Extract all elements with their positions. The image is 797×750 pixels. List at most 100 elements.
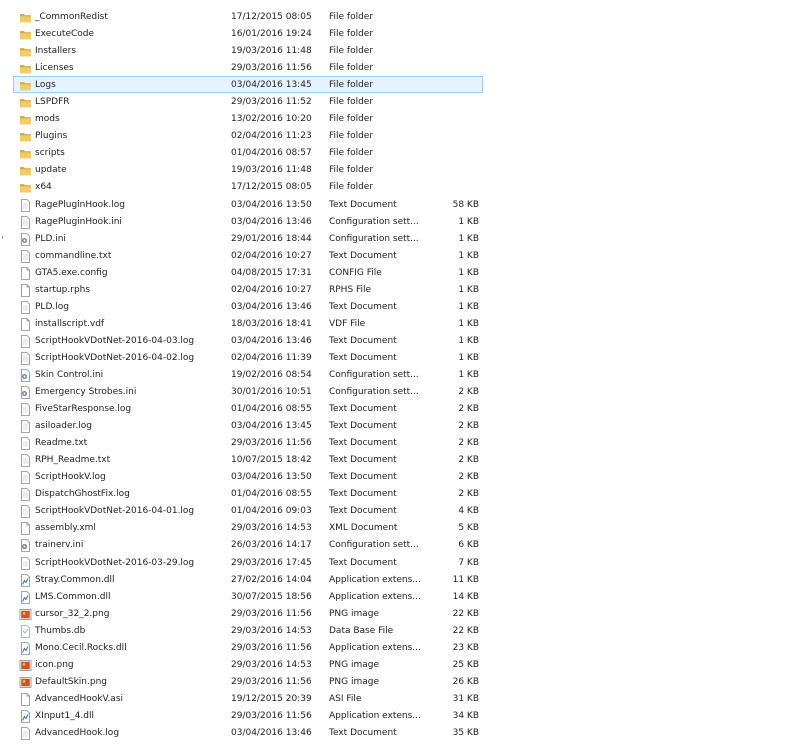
folder-row[interactable]: mods 13/02/2016 10:20 File folder: [0, 110, 797, 127]
folder-icon: [19, 45, 32, 58]
file-size: 1 KB: [458, 250, 479, 261]
file-name: asiloader.log: [35, 421, 92, 432]
file-row[interactable]: cursor_32_2.png 29/03/2016 11:56 PNG image…: [0, 605, 797, 622]
file-row[interactable]: ScriptHookVDotNet-2016-04-01.log 01/04/20…: [0, 502, 797, 519]
file-list: _CommonRedist 17/12/2015 08:05 File folder…: [0, 0, 797, 741]
file-type: PNG image: [329, 676, 380, 687]
file-type: File folder: [329, 182, 374, 193]
date-modified: 03/04/2016 13:45: [231, 80, 312, 91]
file-row[interactable]: LMS.Common.dll 30/07/2015 18:56 Applicatio…: [0, 588, 797, 605]
file-size: 1 KB: [458, 284, 479, 295]
date-modified: 29/03/2016 11:56: [231, 676, 312, 687]
date-modified: 10/07/2015 18:42: [231, 455, 312, 466]
file-row[interactable]: asiloader.log 03/04/2016 13:45 Text Docume…: [0, 417, 797, 434]
file-row[interactable]: AdvancedHook.log 03/04/2016 13:46 Text Doc…: [0, 724, 797, 741]
file-row[interactable]: Skin Control.ini 19/02/2016 08:54 Configur…: [0, 366, 797, 383]
file-name: AdvancedHookV.asi: [35, 693, 124, 704]
date-modified: 29/01/2016 18:44: [231, 233, 312, 244]
file-row[interactable]: installscript.vdf 18/03/2016 18:41 VDF Fil…: [0, 315, 797, 332]
file-row[interactable]: DefaultSkin.png 29/03/2016 11:56 PNG image…: [0, 673, 797, 690]
text-file-icon: [19, 471, 32, 485]
file-type: File folder: [329, 131, 374, 142]
file-name: startup.rphs: [35, 284, 91, 295]
file-name: trainerv.ini: [35, 540, 84, 551]
file-row[interactable]: AdvancedHookV.asi 19/12/2015 20:39 ASI Fil…: [0, 690, 797, 707]
file-row[interactable]: Thumbs.db 29/03/2016 14:53 Data Base File 2…: [0, 622, 797, 639]
date-modified: 03/04/2016 13:46: [231, 335, 312, 346]
dll-file-icon: [19, 641, 32, 655]
file-type: Configuration sett...: [329, 369, 419, 380]
folder-row[interactable]: x64 17/12/2015 08:05 File folder: [0, 178, 797, 195]
folder-row[interactable]: Logs 03/04/2016 13:45 File folder: [13, 76, 483, 94]
file-name: update: [35, 165, 67, 176]
folder-row[interactable]: Installers 19/03/2016 11:48 File folder: [0, 42, 797, 59]
file-type: Application extens...: [329, 642, 421, 653]
file-name: assembly.xml: [35, 523, 96, 534]
file-type: Text Document: [329, 404, 397, 415]
date-modified: 29/03/2016 11:52: [231, 97, 312, 108]
file-type: VDF File: [329, 318, 366, 329]
file-row[interactable]: PLD.log 03/04/2016 13:46 Text Document 1 KB: [0, 298, 797, 315]
date-modified: 29/03/2016 11:56: [231, 642, 312, 653]
folder-row[interactable]: ExecuteCode 16/01/2016 19:24 File folder: [0, 25, 797, 42]
text-file-icon: [19, 198, 32, 212]
file-row[interactable]: Mono.Cecil.Rocks.dll 29/03/2016 11:56 Appl…: [0, 639, 797, 656]
file-type: File folder: [329, 12, 374, 22]
date-modified: 29/03/2016 14:53: [231, 523, 312, 534]
file-row[interactable]: trainerv.ini 26/03/2016 14:17 Configuratio…: [0, 536, 797, 553]
file-row[interactable]: ScriptHookVDotNet-2016-03-29.log 29/03/20…: [0, 554, 797, 571]
folder-icon: [19, 181, 32, 194]
file-row[interactable]: startup.rphs 02/04/2016 10:27 RPHS File 1 K…: [0, 281, 797, 298]
file-name: Plugins: [35, 131, 68, 142]
file-row[interactable]: PLD.ini 29/01/2016 18:44 Configuration set…: [0, 230, 797, 247]
file-size: 1 KB: [458, 335, 479, 346]
file-name: LMS.Common.dll: [35, 591, 111, 602]
date-modified: 02/04/2016 10:27: [231, 250, 312, 261]
folder-row[interactable]: update 19/03/2016 11:48 File folder: [0, 161, 797, 178]
date-modified: 01/04/2016 08:55: [231, 489, 312, 500]
folder-row[interactable]: Licenses 29/03/2016 11:56 File folder: [0, 59, 797, 76]
db-file-icon: [19, 624, 32, 638]
file-row[interactable]: FiveStarResponse.log 01/04/2016 08:55 Text…: [0, 400, 797, 417]
file-type: Text Document: [329, 489, 397, 500]
folder-row[interactable]: _CommonRedist 17/12/2015 08:05 File folder: [0, 8, 797, 25]
file-row[interactable]: ScriptHookV.log 03/04/2016 13:50 Text Docu…: [0, 468, 797, 485]
file-name: PLD.log: [35, 301, 69, 312]
date-modified: 29/03/2016 11:56: [231, 63, 312, 74]
file-row[interactable]: commandline.txt 02/04/2016 10:27 Text Docu…: [0, 247, 797, 264]
file-row[interactable]: assembly.xml 29/03/2016 14:53 XML Document…: [0, 519, 797, 536]
file-row[interactable]: GTA5.exe.config 04/08/2015 17:31 CONFIG Fi…: [0, 264, 797, 281]
file-row[interactable]: Readme.txt 29/03/2016 11:56 Text Document 2…: [0, 434, 797, 451]
folder-icon: [19, 147, 32, 160]
folder-row[interactable]: scripts 01/04/2016 08:57 File folder: [0, 144, 797, 161]
file-size: 26 KB: [452, 676, 479, 687]
date-modified: 17/12/2015 08:05: [231, 182, 312, 193]
file-row[interactable]: icon.png 29/03/2016 14:53 PNG image 25 KB: [0, 656, 797, 673]
file-row[interactable]: DispatchGhostFix.log 01/04/2016 08:55 Text…: [0, 485, 797, 502]
date-modified: 29/03/2016 14:53: [231, 659, 312, 670]
file-row[interactable]: RPH_Readme.txt 10/07/2015 18:42 Text Docum…: [0, 451, 797, 468]
file-row[interactable]: Stray.Common.dll 27/02/2016 14:04 Applicat…: [0, 571, 797, 588]
file-name: DispatchGhostFix.log: [35, 489, 130, 500]
file-type: Text Document: [329, 301, 397, 312]
date-modified: 19/03/2016 11:48: [231, 165, 312, 176]
file-size: 14 KB: [452, 591, 479, 602]
file-row[interactable]: RagePluginHook.log 03/04/2016 13:50 Text D…: [0, 196, 797, 213]
file-type: Text Document: [329, 438, 397, 449]
file-type: Application extens...: [329, 591, 421, 602]
file-row[interactable]: XInput1_4.dll 29/03/2016 11:56 Application…: [0, 707, 797, 724]
file-name: RagePluginHook.log: [35, 199, 125, 210]
file-row[interactable]: ScriptHookVDotNet-2016-04-03.log 03/04/20…: [0, 332, 797, 349]
file-name: GTA5.exe.config: [35, 267, 108, 278]
file-row[interactable]: RagePluginHook.ini 03/04/2016 13:46 Config…: [0, 213, 797, 230]
file-size: 6 KB: [458, 540, 479, 551]
file-type: Text Document: [329, 472, 397, 483]
file-row[interactable]: Emergency Strobes.ini 30/01/2016 10:51 Con…: [0, 383, 797, 400]
folder-row[interactable]: LSPDFR 29/03/2016 11:52 File folder: [0, 93, 797, 110]
file-name: Licenses: [35, 63, 74, 74]
folder-row[interactable]: Plugins 02/04/2016 11:23 File folder: [0, 127, 797, 144]
date-modified: 03/04/2016 13:46: [231, 216, 312, 227]
file-name: icon.png: [35, 659, 74, 670]
file-size: 11 KB: [452, 574, 479, 585]
file-row[interactable]: ScriptHookVDotNet-2016-04-02.log 02/04/20…: [0, 349, 797, 366]
